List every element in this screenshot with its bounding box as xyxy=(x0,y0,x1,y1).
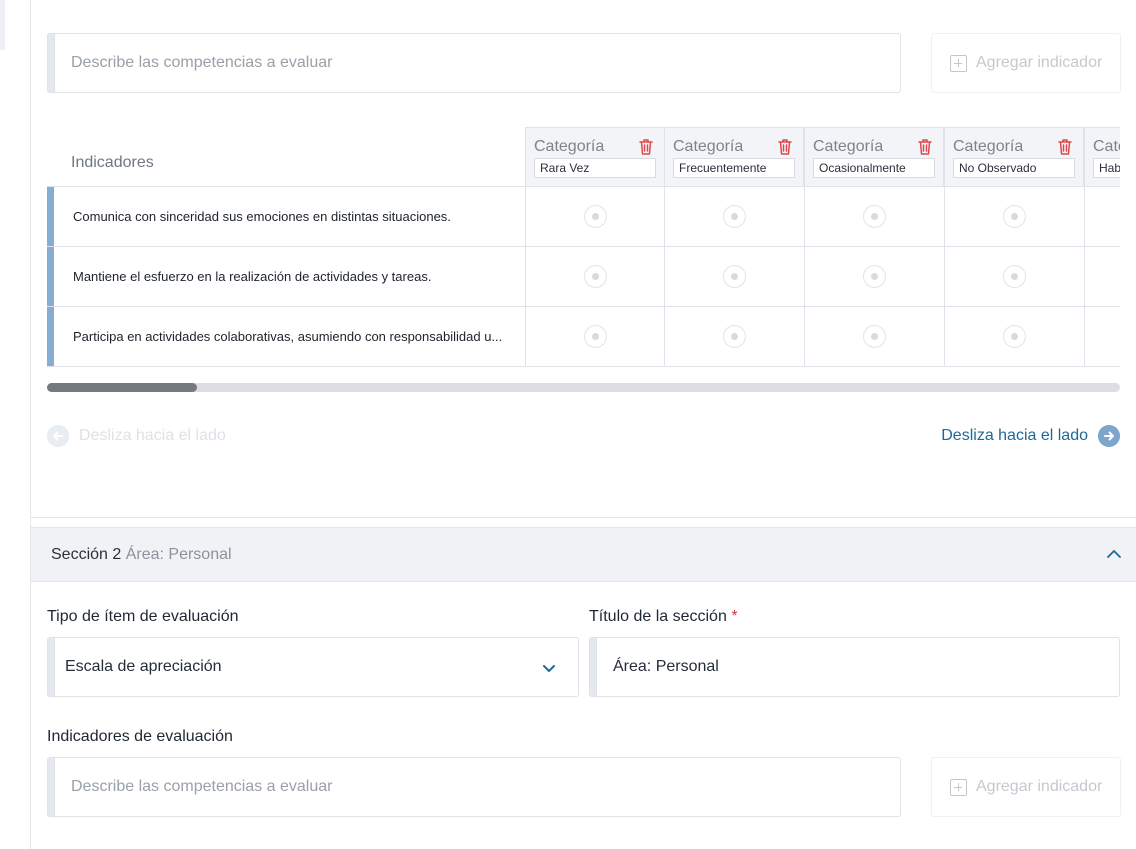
indicators-table: Categoría Rara Vez Categoría Frecuenteme… xyxy=(47,127,1120,367)
radio-button[interactable] xyxy=(1003,205,1026,228)
radio-button[interactable] xyxy=(723,205,746,228)
section-title-label: Título de la sección * xyxy=(589,608,738,626)
indicator-input[interactable]: Describe las competencias a evaluar xyxy=(47,757,901,817)
section-subtitle: Área: Personal xyxy=(125,546,232,563)
corner-shadow xyxy=(0,0,5,50)
indicator-text: Comunica con sinceridad sus emociones en… xyxy=(73,209,451,224)
rating-cell xyxy=(664,187,804,247)
row-marker xyxy=(47,307,54,366)
swipe-left-label: Desliza hacia el lado xyxy=(79,427,226,444)
category-column: Categoría Ocasionalmente xyxy=(804,127,944,187)
category-name-input[interactable]: Hab xyxy=(1093,158,1120,178)
radio-button[interactable] xyxy=(863,205,886,228)
add-indicator-label: Agregar indicador xyxy=(976,54,1103,71)
category-column: Categoría Frecuentemente xyxy=(664,127,804,187)
rating-cell xyxy=(525,187,665,247)
trash-icon[interactable] xyxy=(917,138,933,156)
swipe-right-button[interactable]: Desliza hacia el lado xyxy=(920,425,1120,447)
radio-button[interactable] xyxy=(863,265,886,288)
rating-cell xyxy=(804,247,944,307)
radio-button[interactable] xyxy=(584,205,607,228)
trash-icon[interactable] xyxy=(1057,138,1073,156)
rating-cell xyxy=(944,247,1084,307)
add-indicator-button[interactable]: Agregar indicador xyxy=(931,757,1121,817)
indicator-input-placeholder: Describe las competencias a evaluar xyxy=(71,778,333,795)
rating-cell xyxy=(804,307,944,367)
arrow-left-circle-icon xyxy=(47,425,69,447)
radio-button[interactable] xyxy=(1003,325,1026,348)
indicator-input[interactable]: Describe las competencias a evaluar xyxy=(47,33,901,93)
swipe-right-label: Desliza hacia el lado xyxy=(941,427,1088,444)
radio-button[interactable] xyxy=(1003,265,1026,288)
scrollbar-thumb[interactable] xyxy=(47,383,198,392)
row-marker xyxy=(47,187,54,246)
section-title-label-text: Título de la sección xyxy=(589,608,727,625)
category-name-input[interactable]: No Observado xyxy=(953,158,1075,178)
category-title: Categoría xyxy=(534,138,605,155)
radio-button[interactable] xyxy=(723,325,746,348)
rating-cell xyxy=(664,247,804,307)
rating-cell xyxy=(944,307,1084,367)
trash-icon[interactable] xyxy=(638,138,654,156)
rating-cell xyxy=(525,247,665,307)
indicator-text: Mantiene el esfuerzo en la realización d… xyxy=(73,269,432,284)
category-title: Cate xyxy=(1093,138,1120,155)
section-title: Sección 2 Área: Personal xyxy=(51,546,232,564)
table-row: Comunica con sinceridad sus emociones en… xyxy=(47,186,1120,247)
rating-cell xyxy=(1084,307,1120,367)
input-accent-bar xyxy=(590,638,597,696)
category-name-input[interactable]: Rara Vez xyxy=(534,158,656,178)
plus-square-icon xyxy=(950,55,967,72)
item-type-select[interactable]: Escala de apreciación xyxy=(47,637,579,697)
add-indicator-label: Agregar indicador xyxy=(976,778,1103,795)
rating-cell xyxy=(525,307,665,367)
item-type-value: Escala de apreciación xyxy=(65,658,222,675)
category-column: Cate Hab xyxy=(1084,127,1120,187)
input-accent-bar xyxy=(48,638,55,696)
trash-icon[interactable] xyxy=(777,138,793,156)
category-title: Categoría xyxy=(673,138,744,155)
arrow-right-circle-icon xyxy=(1098,425,1120,447)
panel-border xyxy=(30,0,31,849)
radio-button[interactable] xyxy=(584,325,607,348)
radio-button[interactable] xyxy=(584,265,607,288)
horizontal-scrollbar[interactable] xyxy=(47,383,1120,392)
table-row: Mantiene el esfuerzo en la realización d… xyxy=(47,246,1120,307)
radio-button[interactable] xyxy=(863,325,886,348)
required-mark: * xyxy=(731,608,738,625)
chevron-up-icon[interactable] xyxy=(1106,546,1122,562)
chevron-down-icon xyxy=(543,665,555,672)
rating-cell xyxy=(664,307,804,367)
category-name-input[interactable]: Ocasionalmente xyxy=(813,158,935,178)
table-row: Participa en actividades colaborativas, … xyxy=(47,306,1120,367)
section-2-header[interactable]: Sección 2 Área: Personal xyxy=(31,527,1136,582)
rating-cell xyxy=(944,187,1084,247)
indicator-input-placeholder: Describe las competencias a evaluar xyxy=(71,54,333,71)
table-bottom-border xyxy=(47,366,1120,367)
evaluation-editor: Describe las competencias a evaluar Agre… xyxy=(0,0,1136,849)
add-indicator-button[interactable]: Agregar indicador xyxy=(931,33,1121,93)
category-title: Categoría xyxy=(813,138,884,155)
category-column: Categoría Rara Vez xyxy=(525,127,665,187)
item-type-label: Tipo de ítem de evaluación xyxy=(47,608,239,625)
section-title-value: Área: Personal xyxy=(613,658,719,675)
plus-square-icon xyxy=(950,779,967,796)
section-divider xyxy=(30,517,1136,518)
category-column: Categoría No Observado xyxy=(944,127,1084,187)
category-name-input[interactable]: Frecuentemente xyxy=(673,158,795,178)
radio-button[interactable] xyxy=(723,265,746,288)
section-title-input[interactable]: Área: Personal xyxy=(589,637,1120,697)
rating-cell xyxy=(1084,187,1120,247)
input-accent-bar xyxy=(48,34,55,92)
row-marker xyxy=(47,247,54,306)
indicator-text: Participa en actividades colaborativas, … xyxy=(73,329,503,344)
rating-cell xyxy=(1084,247,1120,307)
rating-cell xyxy=(804,187,944,247)
indicators-label: Indicadores de evaluación xyxy=(47,728,233,745)
input-accent-bar xyxy=(48,758,55,816)
category-title: Categoría xyxy=(953,138,1024,155)
section-number: Sección 2 xyxy=(51,546,122,563)
